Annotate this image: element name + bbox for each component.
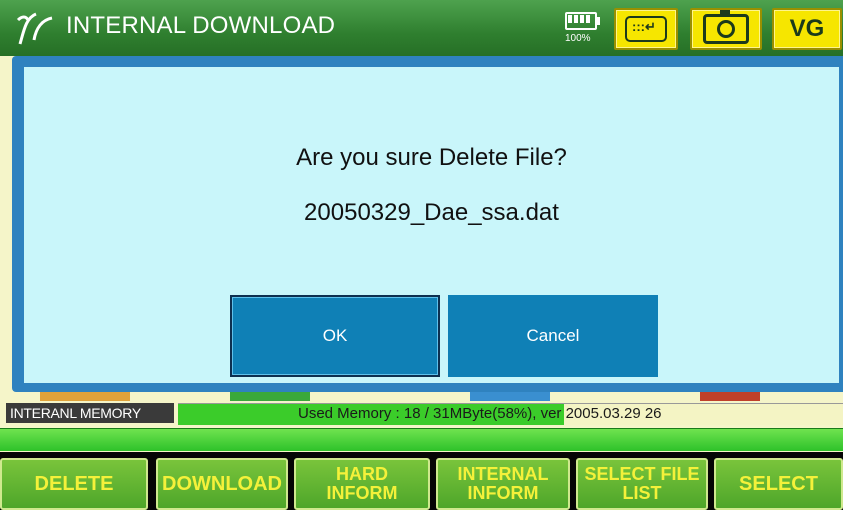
dialog-question: Are you sure Delete File? xyxy=(296,144,567,171)
title-bar: INTERNAL DOWNLOAD 100% :::↵ VG xyxy=(0,0,843,58)
ok-label: OK xyxy=(322,326,348,345)
select-file-list-button[interactable]: SELECT FILE LIST xyxy=(576,458,708,510)
hard-inform-button[interactable]: HARD INFORM xyxy=(294,458,430,510)
select-file-list-label-line2: LIST xyxy=(622,483,662,503)
green-divider xyxy=(0,428,843,451)
cancel-button[interactable]: Cancel xyxy=(448,295,658,377)
hard-inform-label-line1: HARD xyxy=(336,464,388,484)
battery-percent: 100% xyxy=(565,33,591,44)
memory-usage-text: Used Memory : 18 / 31MByte(58%), ver 200… xyxy=(298,405,662,422)
vg-button[interactable]: VG xyxy=(772,8,842,50)
internal-inform-label-line1: INTERNAL xyxy=(457,464,549,484)
delete-label: DELETE xyxy=(34,472,114,495)
keyboard-button[interactable]: :::↵ xyxy=(614,8,678,50)
keyboard-icon: :::↵ xyxy=(625,16,667,42)
memory-status-bar: INTERANL MEMORY Used Memory : 18 / 31MBy… xyxy=(0,401,843,427)
select-label: SELECT xyxy=(739,472,818,495)
select-file-list-label-line1: SELECT FILE xyxy=(584,464,700,484)
dialog-filename: 20050329_Dae_ssa.dat xyxy=(304,199,559,226)
ok-button[interactable]: OK xyxy=(230,295,440,377)
hard-inform-label-line2: INFORM xyxy=(326,483,398,503)
confirm-delete-dialog: Are you sure Delete File? 20050329_Dae_s… xyxy=(12,56,843,392)
download-button[interactable]: DOWNLOAD xyxy=(156,458,288,510)
camera-icon xyxy=(703,10,749,44)
window-title: INTERNAL DOWNLOAD xyxy=(66,12,336,39)
memory-label: INTERANL MEMORY xyxy=(6,403,174,423)
softkey-bar: DELETE DOWNLOAD HARD INFORM INTERNAL INF… xyxy=(0,452,843,510)
delete-button[interactable]: DELETE xyxy=(0,458,148,510)
dialog-body: Are you sure Delete File? 20050329_Dae_s… xyxy=(24,67,839,383)
select-button[interactable]: SELECT xyxy=(714,458,843,510)
screen: INTERNAL DOWNLOAD 100% :::↵ VG INTERANL … xyxy=(0,0,843,510)
internal-inform-label-line2: INFORM xyxy=(467,483,539,503)
memory-usage-bar: Used Memory : 18 / 31MByte(58%), ver 200… xyxy=(178,403,843,425)
screenshot-button[interactable] xyxy=(690,8,762,50)
cancel-label: Cancel xyxy=(526,326,580,345)
battery-icon: 100% xyxy=(563,8,603,48)
internal-inform-button[interactable]: INTERNAL INFORM xyxy=(436,458,570,510)
app-logo-icon xyxy=(16,12,53,45)
download-label: DOWNLOAD xyxy=(162,472,282,495)
